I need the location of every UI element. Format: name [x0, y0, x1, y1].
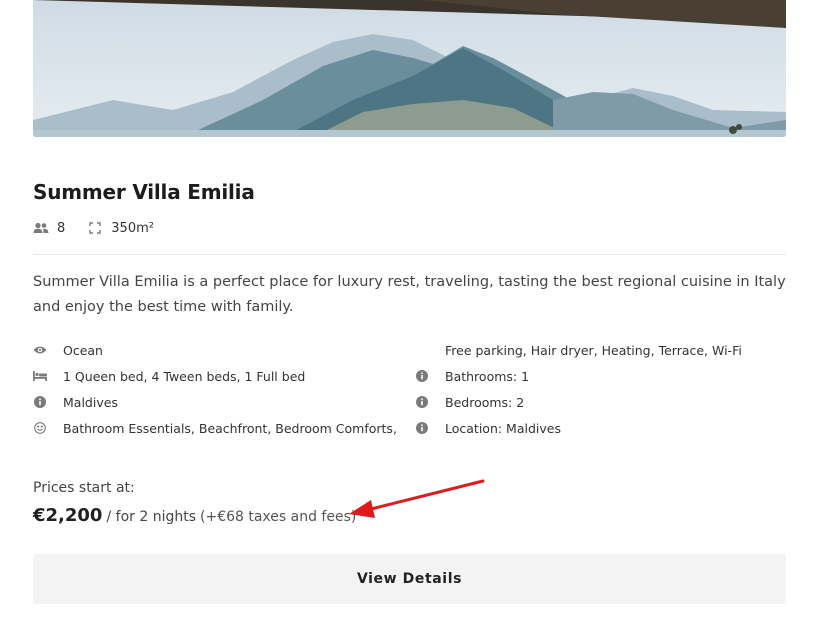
feature-beds: 1 Queen bed, 4 Tween beds, 1 Full bed — [33, 367, 305, 385]
feature-location: Maldives — [33, 393, 118, 411]
price-amount: €2,200 — [33, 505, 103, 526]
feature-label: Bedrooms: 2 — [445, 394, 525, 410]
listing-meta: 8 350m² — [33, 219, 154, 237]
price-label: Prices start at: — [33, 480, 135, 496]
bed-icon — [33, 369, 47, 383]
price-period: / for 2 nights — [106, 509, 196, 525]
hero-image — [33, 0, 786, 137]
feature-label: 1 Queen bed, 4 Tween beds, 1 Full bed — [63, 368, 306, 384]
feature-location-detail: Location: Maldives — [415, 419, 561, 437]
feature-label: Location: Maldives — [445, 420, 561, 436]
guests-count: 8 — [57, 220, 66, 236]
feature-amenities: Bathroom Essentials, Beachfront, Bedroom… — [33, 419, 397, 437]
info-icon — [33, 395, 47, 409]
area-value: 350m² — [111, 220, 154, 236]
divider — [33, 254, 786, 255]
expand-icon — [87, 220, 103, 236]
feature-label: Bathroom Essentials, Beachfront, Bedroom… — [63, 420, 397, 436]
annotation-arrow-icon — [349, 479, 485, 518]
view-details-button[interactable]: View Details — [33, 554, 786, 604]
listing-title: Summer Villa Emilia — [33, 180, 255, 204]
landscape-illustration — [33, 0, 786, 137]
users-icon — [33, 220, 49, 236]
info-icon — [415, 369, 429, 383]
info-icon — [415, 395, 429, 409]
price-line: €2,200 / for 2 nights (+€68 taxes and fe… — [33, 505, 356, 526]
listing-description: Summer Villa Emilia is a perfect place f… — [33, 274, 786, 315]
feature-bathrooms: Bathrooms: 1 — [415, 367, 529, 385]
feature-label: Ocean — [63, 342, 103, 358]
info-icon — [415, 421, 429, 435]
feature-bedrooms: Bedrooms: 2 — [415, 393, 524, 411]
feature-label: Maldives — [63, 394, 118, 410]
feature-label: Free parking, Hair dryer, Heating, Terra… — [445, 342, 742, 358]
feature-amenities-continued: Free parking, Hair dryer, Heating, Terra… — [445, 341, 742, 359]
eye-icon — [33, 343, 47, 357]
feature-view: Ocean — [33, 341, 103, 359]
smile-icon — [33, 421, 47, 435]
feature-label: Bathrooms: 1 — [445, 368, 530, 384]
price-taxes: (+€68 taxes and fees) — [200, 509, 357, 525]
